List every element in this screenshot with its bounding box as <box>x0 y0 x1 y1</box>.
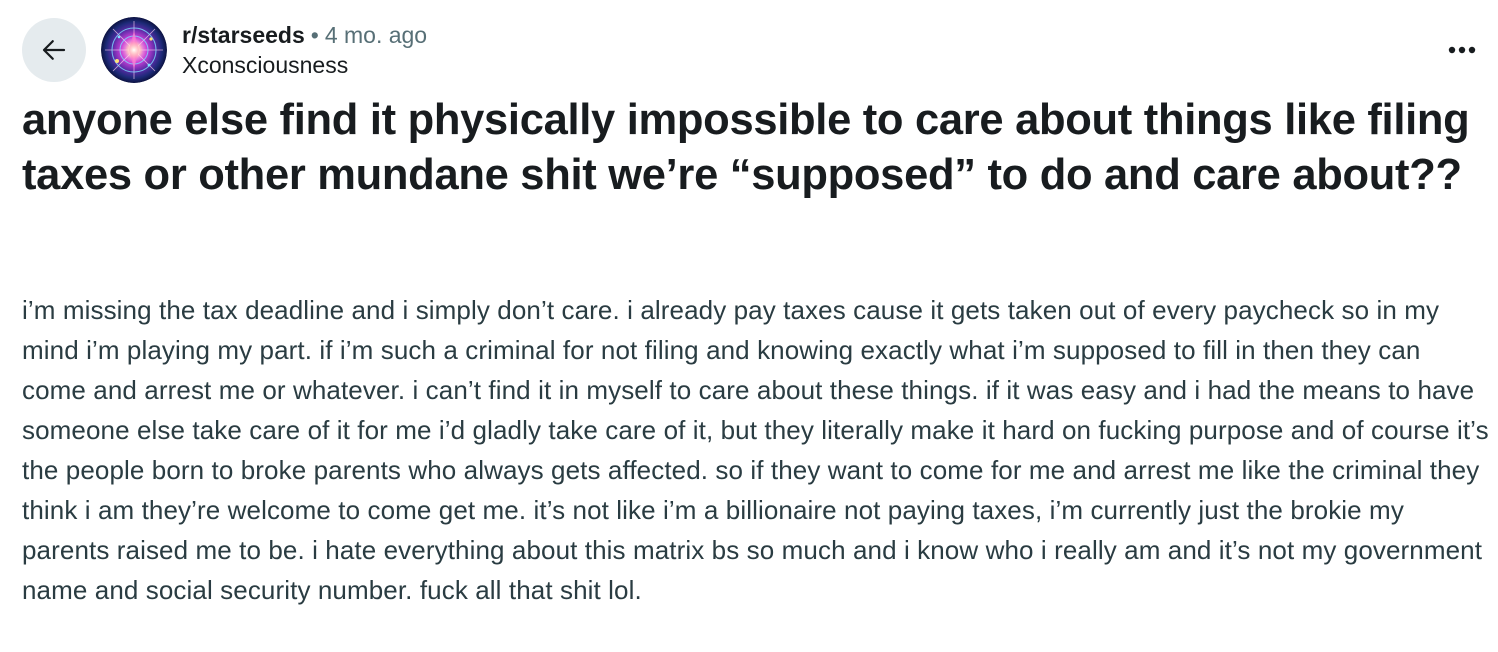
post-header: r/starseeds • 4 mo. ago Xconsciousness <box>22 16 1482 83</box>
post-meta: r/starseeds • 4 mo. ago Xconsciousness <box>182 20 427 80</box>
more-options-button[interactable] <box>1442 30 1482 70</box>
subreddit-link[interactable]: r/starseeds <box>182 22 305 48</box>
author-link[interactable]: Xconsciousness <box>182 50 427 80</box>
meta-separator: • <box>310 22 319 48</box>
post-meta-row: r/starseeds • 4 mo. ago <box>182 20 427 50</box>
back-arrow-icon <box>42 40 66 60</box>
subreddit-avatar[interactable] <box>101 17 167 83</box>
back-button[interactable] <box>22 18 86 82</box>
more-options-icon <box>1448 46 1476 54</box>
post-body: i’m missing the tax deadline and i simpl… <box>22 295 1489 605</box>
starseed-avatar-image <box>101 17 167 83</box>
post-title: anyone else find it physically impossibl… <box>22 96 1470 199</box>
post-time: 4 mo. ago <box>324 22 428 48</box>
